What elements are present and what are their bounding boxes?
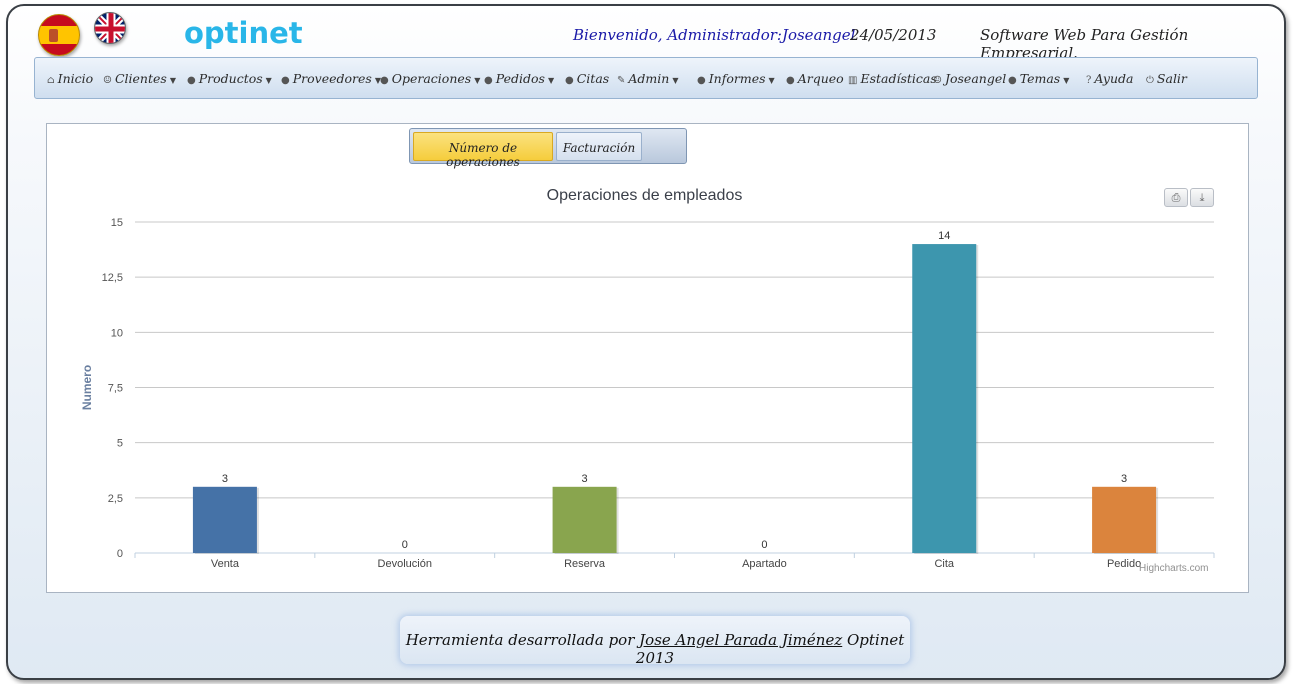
chart-credits[interactable]: Highcharts.com [1139, 563, 1208, 574]
bullet-icon: ● [1008, 75, 1017, 86]
y-axis-label: Numero [80, 365, 94, 410]
chevron-down-icon: ▼ [265, 76, 272, 85]
menu-item-ayuda[interactable]: ? Ayuda [1086, 71, 1133, 86]
chevron-down-icon: ▼ [169, 76, 176, 85]
data-label: 3 [582, 473, 588, 485]
data-label: 3 [1121, 473, 1127, 485]
menu-item-label: Ayuda [1094, 71, 1134, 86]
uk-flag-graphic [95, 13, 125, 43]
menu-item-pedidos[interactable]: ● Pedidos ▼ [484, 71, 554, 86]
print-icon[interactable]: ⎙ [1164, 188, 1188, 207]
uk-flag-icon[interactable] [94, 12, 126, 44]
menu-item-label: Operaciones [391, 71, 472, 86]
bullet-icon: ● [380, 75, 389, 86]
menu-item-label: Productos [198, 71, 263, 86]
author-link[interactable]: Jose Angel Parada Jiménez [639, 631, 842, 649]
footer: Herramienta desarrollada por Jose Angel … [400, 616, 910, 667]
bar-4 [912, 244, 977, 554]
menu-item-salir[interactable]: ⏻ Salir [1146, 71, 1187, 86]
menu-item-label: Temas [1019, 71, 1061, 86]
bullet-icon: ● [697, 75, 706, 86]
operations-chart: Operaciones de empleados ⎙ ⤓ 0 2,5 5 7,5 10 1… [67, 180, 1222, 580]
menu-item-label: Informes [708, 71, 766, 86]
menu-item-label: Proveedores [292, 71, 372, 86]
bar-chart-icon: ▥ [848, 75, 858, 86]
menu-item-citas[interactable]: ● Citas [565, 71, 609, 86]
current-date: 24/05/2013 [850, 26, 937, 44]
menu-item-label: Admin [628, 71, 670, 86]
menu-item-label: Citas [576, 71, 610, 86]
bullet-icon: ● [281, 75, 290, 86]
tab-facturacion[interactable]: Facturación [556, 132, 642, 161]
menu-item-estadisticas[interactable]: ▥ Estadísticas [848, 71, 937, 86]
menu-item-temas[interactable]: ● Temas ▼ [1008, 71, 1069, 86]
menu-item-inicio[interactable]: ⌂ Inicio [47, 71, 93, 86]
menu-item-admin[interactable]: ✎ Admin ▼ [617, 71, 678, 86]
chevron-down-icon: ▼ [768, 76, 775, 85]
bullet-icon: ● [786, 75, 795, 86]
y-tick-label: 2,5 [108, 493, 123, 505]
chevron-down-icon: ▼ [672, 76, 679, 85]
tab-numero-operaciones[interactable]: Número de operaciones [413, 132, 553, 169]
menu-item-label: Arqueo [797, 71, 844, 86]
home-icon: ⌂ [47, 75, 55, 86]
menu-item-clientes[interactable]: ☺ Clientes ▼ [103, 71, 176, 86]
user-icon: ☺ [933, 75, 942, 86]
main-menu: ⌂ Inicio ☺ Clientes ▼ ● Productos ▼ ● Proveedores… [34, 57, 1258, 99]
footer-prefix: Herramienta desarrollada por [405, 631, 640, 649]
chart-tabs: Número de operaciones Facturación [409, 128, 687, 169]
wrench-icon: ✎ [617, 75, 626, 86]
y-tick-label: 0 [117, 548, 123, 560]
bar-2 [552, 486, 617, 553]
bullet-icon: ● [565, 75, 574, 86]
menu-item-joseangel[interactable]: ☺ Joseangel [933, 71, 1006, 86]
menu-item-label: Clientes [114, 71, 167, 86]
optinet-logo: optinet [184, 16, 303, 50]
menu-item-label: Salir [1156, 71, 1187, 86]
welcome-message: Bienvenido, Administrador:Joseangel [573, 26, 856, 44]
y-tick-label: 5 [117, 438, 123, 450]
data-label: 0 [761, 539, 767, 551]
chevron-down-icon: ▼ [474, 76, 481, 85]
download-icon[interactable]: ⤓ [1190, 188, 1214, 207]
power-icon: ⏻ [1146, 75, 1154, 86]
spain-coat-of-arms [49, 29, 58, 42]
menu-item-informes[interactable]: ● Informes ▼ [697, 71, 775, 86]
data-label: 3 [222, 473, 228, 485]
chart-title: Operaciones de empleados [546, 187, 743, 204]
chart-plot: 0 2,5 5 7,5 10 12,5 15 Numero 3 Venta 0 Devolución 3… [80, 217, 1215, 570]
bullet-icon: ● [187, 75, 196, 86]
spain-flag-icon[interactable] [38, 14, 80, 56]
menu-item-productos[interactable]: ● Productos ▼ [187, 71, 272, 86]
app-frame: optinet Bienvenido, Administrador:Josean… [6, 4, 1286, 680]
x-tick-label: Venta [211, 558, 240, 570]
menu-item-proveedores[interactable]: ● Proveedores ▼ [281, 71, 381, 86]
y-tick-label: 15 [111, 217, 123, 229]
y-tick-label: 10 [111, 327, 123, 339]
x-tick-label: Reserva [564, 558, 606, 570]
x-tick-label: Cita [934, 558, 954, 570]
menu-item-operaciones[interactable]: ● Operaciones ▼ [380, 71, 480, 86]
menu-item-label: Joseangel [944, 71, 1007, 86]
data-label: 0 [402, 539, 408, 551]
menu-item-label: Inicio [57, 71, 94, 86]
chevron-down-icon: ▼ [547, 76, 555, 85]
x-tick-label: Devolución [378, 558, 432, 570]
x-tick-label: Apartado [742, 558, 787, 570]
x-tick-label: Pedido [1107, 558, 1141, 570]
bar-5 [1092, 486, 1157, 553]
y-tick-label: 7,5 [108, 383, 123, 395]
data-label: 14 [938, 230, 950, 242]
menu-item-label: Pedidos [495, 71, 545, 86]
help-icon: ? [1086, 75, 1092, 86]
bullet-icon: ● [484, 75, 493, 86]
menu-item-label: Estadísticas [860, 71, 937, 86]
user-icon: ☺ [103, 75, 112, 86]
y-tick-label: 12,5 [102, 272, 123, 284]
chevron-down-icon: ▼ [1063, 76, 1070, 85]
menu-item-arqueo[interactable]: ● Arqueo [786, 71, 844, 86]
bar-0 [192, 486, 257, 553]
statistics-panel: Número de operaciones Facturación Operac… [46, 123, 1249, 593]
